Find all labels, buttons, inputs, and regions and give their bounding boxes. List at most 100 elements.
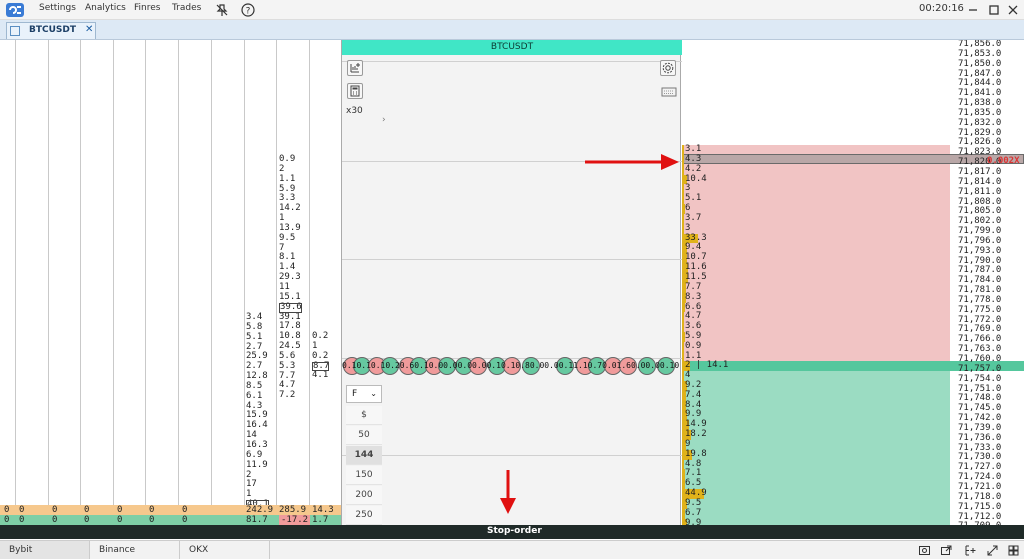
expand-arrow-icon[interactable]: ›: [382, 115, 386, 125]
bid-volumes: 4 9.2 7.4 8.4 9.9 14.9 18.2 9 19.8 4.8 7.1 6.5 44.9 9…: [682, 370, 950, 529]
stop-order-button[interactable]: Stop-order: [0, 525, 1024, 539]
cluster-column-9: 0.9 2 1.1 5.9 3.3 14.2 1 13.9 9.5 7 8.1 …: [279, 154, 302, 401]
footer-cell: 0: [117, 515, 123, 525]
volume-cell[interactable]: 14.9: [682, 419, 950, 431]
column-divider: [211, 40, 212, 525]
exchange-tab-binance[interactable]: Binance: [90, 541, 180, 559]
exchange-tab-bybit[interactable]: Bybit: [0, 541, 90, 559]
fullscreen-icon[interactable]: [986, 544, 999, 557]
trade-bubbles: 0.10.10.10.20.60.10.00.00.00.00.10.10.80…: [342, 355, 682, 377]
screenshot-icon[interactable]: [918, 544, 931, 557]
quantity-option[interactable]: 50: [346, 426, 382, 445]
keyboard-icon[interactable]: [661, 87, 677, 97]
maximize-icon[interactable]: [987, 3, 1001, 17]
column-divider: [15, 40, 16, 525]
volume-cell[interactable]: 44.9: [682, 488, 950, 499]
menu-analytics[interactable]: Analytics: [85, 3, 126, 13]
footer-cell: 0: [52, 515, 58, 525]
volume-cell[interactable]: 10.4: [682, 174, 950, 185]
volume-text: 7.1: [685, 468, 702, 479]
share-icon[interactable]: [940, 544, 953, 557]
volume-cell[interactable]: 7.4: [682, 389, 950, 401]
settings-gear-icon[interactable]: [660, 60, 676, 76]
add-chart-icon[interactable]: [347, 60, 363, 76]
tab-btcusdt[interactable]: BTCUSDT ✕: [6, 22, 96, 39]
grid-line: [342, 259, 682, 260]
menu-trades[interactable]: Trades: [172, 3, 201, 13]
quantity-option[interactable]: 200: [346, 486, 382, 505]
volume-cell[interactable]: 9.5: [682, 498, 950, 509]
column-divider: [276, 40, 277, 525]
volume-cell[interactable]: 4.7: [682, 311, 950, 323]
volume-cell[interactable]: 7.7: [682, 282, 950, 293]
quantity-option-selected[interactable]: 144: [346, 446, 382, 465]
volume-cell[interactable]: 5.1: [682, 193, 950, 205]
volume-cell[interactable]: 19.8: [682, 449, 950, 460]
volume-text: 11.6: [685, 262, 707, 273]
order-marker[interactable]: 0.002X: [987, 156, 1020, 166]
exchange-tab-okx[interactable]: OKX: [180, 541, 270, 559]
volume-cell[interactable]: 9.2: [682, 380, 950, 391]
volume-cell[interactable]: 3: [682, 183, 950, 195]
volume-cell[interactable]: 18.2: [682, 429, 950, 440]
title-bar: Settings Analytics Finres Trades ? 00:20…: [0, 0, 1024, 20]
mode-select[interactable]: F ⌄: [346, 385, 382, 403]
volume-cell[interactable]: 9.9: [682, 409, 950, 421]
volume-cell[interactable]: 11.6: [682, 262, 950, 273]
menu-finres[interactable]: Finres: [134, 3, 160, 13]
volume-cell[interactable]: 3.7: [682, 213, 950, 224]
volume-cell[interactable]: 4.2: [682, 164, 950, 175]
volume-cell[interactable]: 6.5: [682, 478, 950, 490]
add-bookmark-icon[interactable]: [964, 544, 977, 557]
clock: 00:20:16: [919, 3, 964, 14]
grid-layout-icon[interactable]: [1007, 544, 1020, 557]
volume-cell[interactable]: 9.4: [682, 243, 950, 254]
quantity-option[interactable]: 250: [346, 506, 382, 525]
arrow-right-annotation-icon: [585, 154, 679, 170]
help-icon[interactable]: ?: [241, 3, 255, 17]
menu-settings[interactable]: Settings: [39, 3, 76, 13]
footer-cell: 0: [84, 505, 90, 515]
tab-close-button[interactable]: ✕: [85, 24, 93, 35]
chevron-down-icon: ⌄: [370, 389, 377, 398]
volume-cell[interactable]: 4.3: [682, 154, 950, 165]
calculator-icon[interactable]: [347, 83, 363, 99]
volume-text: 7.4: [685, 389, 702, 400]
close-icon[interactable]: [1006, 3, 1020, 17]
volume-cell[interactable]: 0.9: [682, 341, 950, 352]
mode-select-value: F: [352, 389, 358, 399]
volume-text: 10.7: [685, 252, 707, 263]
quantity-option[interactable]: 150: [346, 466, 382, 485]
volume-cell[interactable]: 8.3: [682, 292, 950, 303]
volume-cell[interactable]: 4: [682, 370, 950, 381]
volume-cell[interactable]: 6.7: [682, 508, 950, 519]
column-divider: [80, 40, 81, 525]
footer-cell: 0: [52, 505, 58, 515]
volume-cell[interactable]: 6: [682, 203, 950, 214]
footer-cell: 0: [19, 515, 25, 525]
volume-text: 11.5: [685, 271, 707, 282]
volume-cell[interactable]: 10.7: [682, 252, 950, 264]
volume-text: 6.6: [685, 301, 702, 312]
volume-cell[interactable]: 9: [682, 439, 950, 450]
volume-cell[interactable]: 8.4: [682, 400, 950, 411]
column-divider: [309, 40, 310, 525]
pin-off-icon[interactable]: [215, 3, 229, 17]
volume-cell[interactable]: 11.5: [682, 271, 950, 283]
volume-cell[interactable]: 3.6: [682, 321, 950, 333]
volume-cell[interactable]: 33.3: [682, 233, 950, 244]
trade-bubble-sizes: 0.10.10.10.20.60.10.00.00.00.00.10.10.80…: [342, 361, 680, 370]
volume-cell[interactable]: 7.1: [682, 468, 950, 480]
volume-cell[interactable]: 3: [682, 223, 950, 234]
volume-cell[interactable]: 3.1: [682, 144, 950, 155]
volume-text: 3.6: [685, 321, 702, 332]
currency-toggle[interactable]: $: [346, 406, 382, 425]
grid-line: [342, 455, 682, 456]
volume-cell[interactable]: 4.8: [682, 459, 950, 470]
cluster-column-8: 3.4 5.8 5.1 2.7 25.9 2.7 12.8 8.5 6.1 4.…: [246, 312, 269, 510]
volume-cell[interactable]: 5.9: [682, 331, 950, 342]
volume-cell[interactable]: 6.6: [682, 301, 950, 313]
minimize-icon[interactable]: [966, 3, 980, 17]
volume-text: 5.1: [685, 193, 702, 204]
volume-text: 3: [685, 183, 691, 194]
